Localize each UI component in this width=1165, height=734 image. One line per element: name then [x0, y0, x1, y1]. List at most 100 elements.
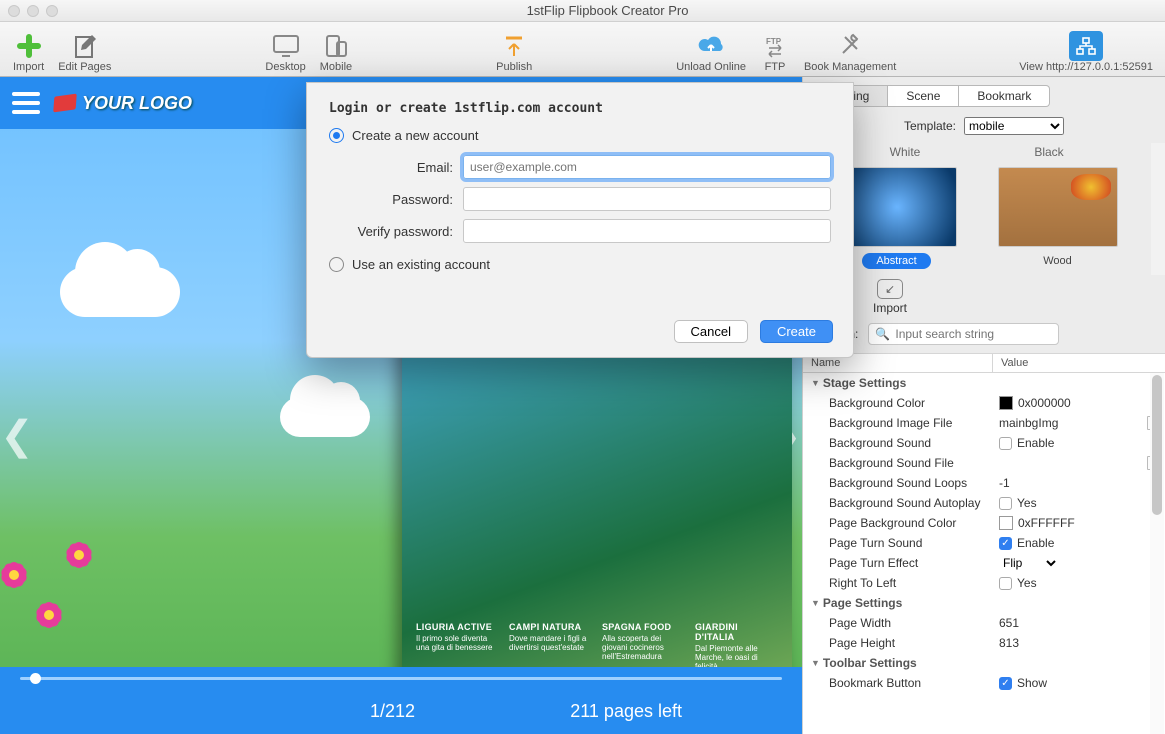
- view-url-button[interactable]: View http://127.0.0.1:52591: [1019, 31, 1159, 73]
- prop-bg-loops[interactable]: Background Sound Loops-1: [803, 473, 1165, 493]
- main-toolbar: Import Edit Pages Desktop Mobile Publish…: [0, 22, 1165, 77]
- theme-header: Black: [977, 145, 1121, 159]
- radio-label: Use an existing account: [352, 257, 490, 272]
- ftp-button[interactable]: FTP FTP: [760, 31, 790, 73]
- page-counter: 1/212: [370, 701, 415, 722]
- theme-headers: White Black: [803, 143, 1151, 161]
- create-button[interactable]: Create: [760, 320, 833, 343]
- close-icon[interactable]: [8, 5, 20, 17]
- property-scrollbar[interactable]: [1150, 373, 1164, 734]
- logo-text: YOUR LOGO: [82, 93, 192, 114]
- col-title: LIGURIA ACTIVE: [416, 622, 499, 632]
- import-settings-button[interactable]: ↙ Import: [873, 279, 907, 315]
- password-label: Password:: [329, 192, 463, 207]
- col-title: CAMPI NATURA: [509, 622, 592, 632]
- section-toolbar[interactable]: ▼Toolbar Settings: [803, 653, 1165, 673]
- radio-create-account[interactable]: Create a new account: [329, 128, 831, 143]
- theme-scrollbar[interactable]: [1151, 143, 1165, 275]
- theme-thumbnail: [998, 167, 1118, 247]
- book-icon: [53, 94, 77, 113]
- plus-icon: [14, 31, 44, 61]
- prop-page-w[interactable]: Page Width651: [803, 613, 1165, 633]
- mobile-button[interactable]: Mobile: [320, 31, 352, 73]
- zoom-icon[interactable]: [46, 5, 58, 17]
- logo: YOUR LOGO: [54, 93, 192, 114]
- search-icon: 🔍: [875, 327, 890, 341]
- settings-panel: Setting Scene Bookmark Template: mobile …: [802, 77, 1165, 734]
- checkbox[interactable]: ✓: [999, 537, 1012, 550]
- theme-thumbnail: [837, 167, 957, 247]
- effect-select[interactable]: Flip: [999, 555, 1059, 571]
- property-list: ▼Stage Settings Background Color0x000000…: [803, 373, 1165, 734]
- toolbar-label: Edit Pages: [58, 61, 111, 73]
- prop-bg-img[interactable]: Background Image FilemainbgImg: [803, 413, 1165, 433]
- prop-page-h[interactable]: Page Height813: [803, 633, 1165, 653]
- toolbar-label: Mobile: [320, 61, 352, 73]
- toolbar-label: FTP: [765, 61, 786, 73]
- window-title: 1stFlip Flipbook Creator Pro: [58, 3, 1157, 18]
- prop-turn-effect[interactable]: Page Turn EffectFlip: [803, 553, 1165, 573]
- import-button[interactable]: Import: [13, 31, 44, 73]
- prev-page-button[interactable]: ❮: [2, 406, 32, 466]
- search-input[interactable]: [868, 323, 1059, 345]
- flower-graphic: [60, 536, 98, 574]
- ftp-icon: FTP: [760, 31, 790, 61]
- col-title: GIARDINI D'ITALIA: [695, 622, 778, 642]
- checkbox[interactable]: ✓: [999, 677, 1012, 690]
- book-management-button[interactable]: Book Management: [804, 31, 896, 73]
- cancel-button[interactable]: Cancel: [674, 320, 748, 343]
- tab-scene[interactable]: Scene: [888, 85, 959, 107]
- col-value: Value: [993, 354, 1036, 372]
- checkbox[interactable]: [999, 497, 1012, 510]
- password-field[interactable]: [463, 187, 831, 211]
- network-icon: [1069, 31, 1103, 61]
- color-swatch[interactable]: [999, 396, 1013, 410]
- toolbar-label: View http://127.0.0.1:52591: [1019, 61, 1153, 73]
- col-title: SPAGNA FOOD: [602, 622, 685, 632]
- checkbox[interactable]: [999, 577, 1012, 590]
- prop-rtl[interactable]: Right To LeftYes: [803, 573, 1165, 593]
- tools-icon: [835, 31, 865, 61]
- mobile-icon: [321, 31, 351, 61]
- section-stage[interactable]: ▼Stage Settings: [803, 373, 1165, 393]
- col-body: Alla scoperta dei giovani cocineros nell…: [602, 634, 685, 661]
- email-field[interactable]: [463, 155, 831, 179]
- prop-bg-color[interactable]: Background Color0x000000: [803, 393, 1165, 413]
- settings-tabs: Setting Scene Bookmark: [803, 77, 1165, 107]
- minimize-icon[interactable]: [27, 5, 39, 17]
- prop-turn-sound[interactable]: Page Turn Sound✓Enable: [803, 533, 1165, 553]
- theme-label: Abstract: [862, 253, 930, 269]
- login-dialog: Login or create 1stflip.com account Crea…: [306, 82, 854, 358]
- prop-bg-autoplay[interactable]: Background Sound AutoplayYes: [803, 493, 1165, 513]
- color-swatch[interactable]: [999, 516, 1013, 530]
- prop-bg-sound[interactable]: Background SoundEnable: [803, 433, 1165, 453]
- flower-graphic: [30, 596, 68, 634]
- flower-graphic: [0, 556, 33, 594]
- upload-online-button[interactable]: Unload Online: [676, 31, 746, 73]
- checkbox[interactable]: [999, 437, 1012, 450]
- email-label: Email:: [329, 160, 463, 175]
- cloud-upload-icon: [696, 31, 726, 61]
- page-slider[interactable]: [0, 667, 802, 689]
- radio-existing-account[interactable]: Use an existing account: [329, 257, 831, 272]
- template-select[interactable]: mobile: [964, 117, 1064, 135]
- tab-bookmark[interactable]: Bookmark: [959, 85, 1050, 107]
- window-controls[interactable]: [8, 5, 58, 17]
- cloud-graphic: [60, 267, 180, 317]
- prop-bookmark-btn[interactable]: Bookmark Button✓Show: [803, 673, 1165, 693]
- page-columns: LIGURIA ACTIVEIl primo sole diventa una …: [416, 622, 778, 671]
- edit-pages-button[interactable]: Edit Pages: [58, 31, 111, 73]
- import-icon: ↙: [877, 279, 903, 299]
- prop-bg-sound-file[interactable]: Background Sound File: [803, 453, 1165, 473]
- verify-password-field[interactable]: [463, 219, 831, 243]
- slider-thumb[interactable]: [30, 673, 41, 684]
- menu-icon[interactable]: [12, 92, 40, 114]
- toolbar-label: Publish: [496, 61, 532, 73]
- publish-button[interactable]: Publish: [496, 31, 532, 73]
- prop-page-bg[interactable]: Page Background Color0xFFFFFF: [803, 513, 1165, 533]
- col-body: Dove mandare i figli a divertirsi quest'…: [509, 634, 592, 652]
- desktop-button[interactable]: Desktop: [265, 31, 305, 73]
- button-label: Import: [873, 301, 907, 315]
- section-page[interactable]: ▼Page Settings: [803, 593, 1165, 613]
- theme-wood[interactable]: Wood: [984, 167, 1131, 269]
